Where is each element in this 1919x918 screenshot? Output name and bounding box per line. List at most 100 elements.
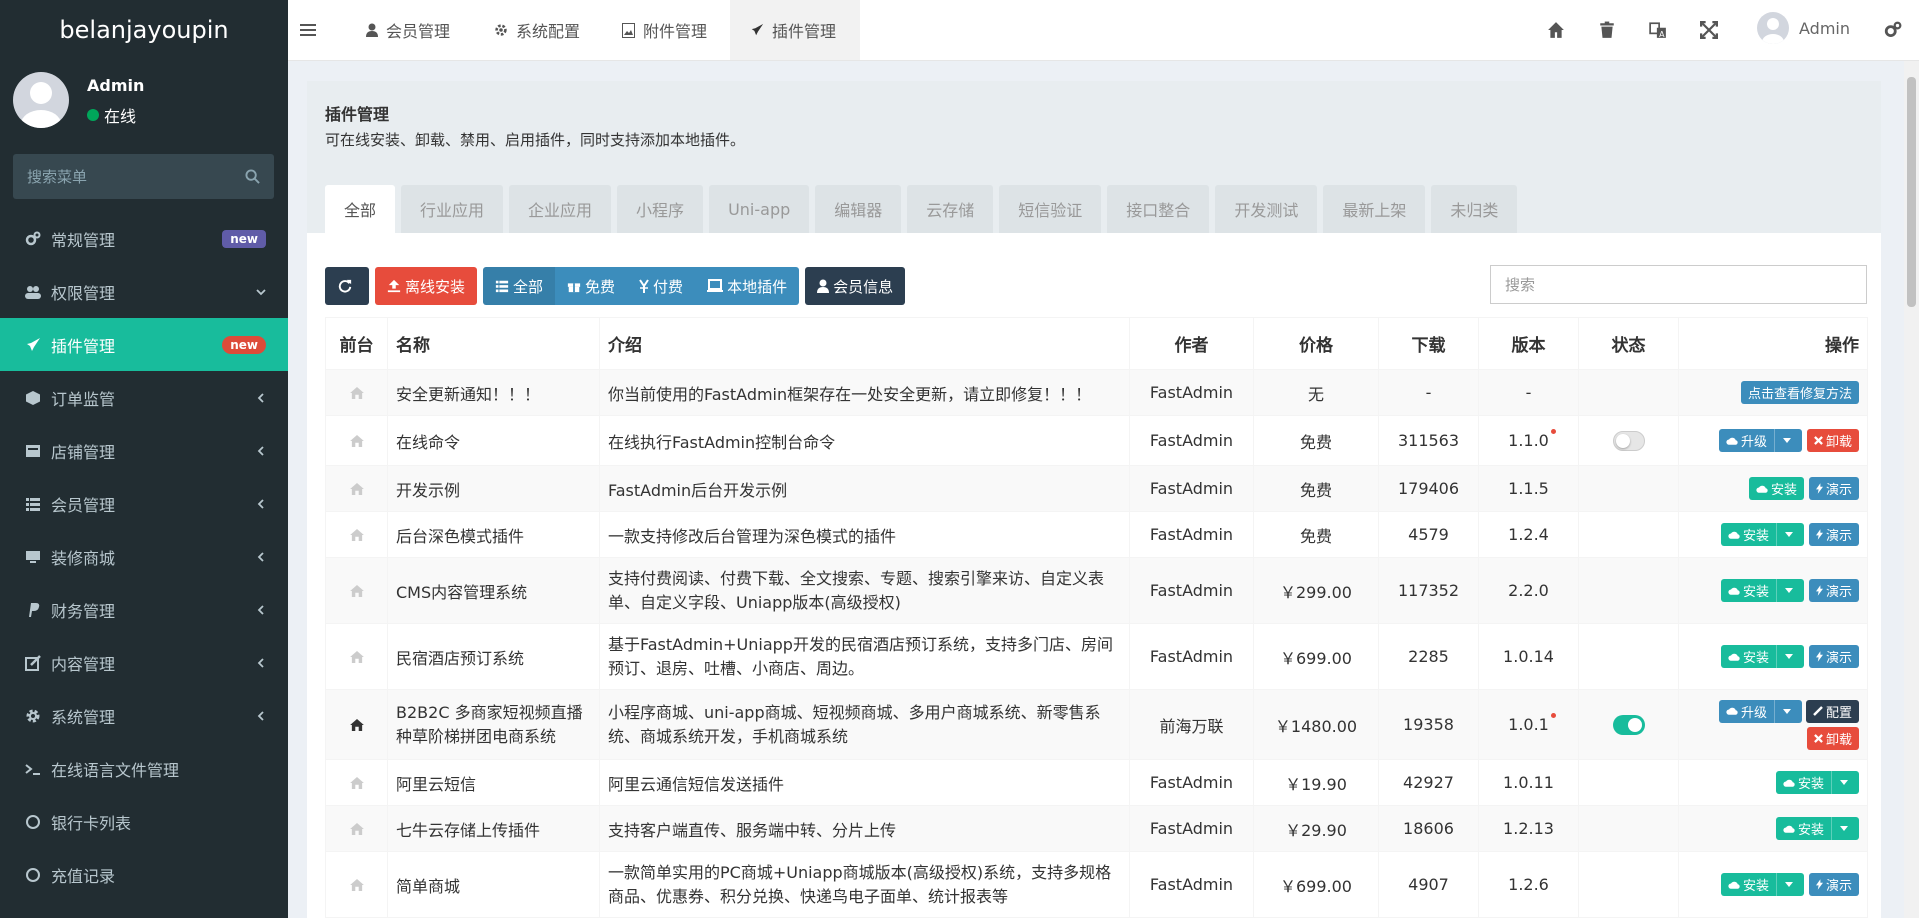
sidebar-item-recharge[interactable]: 充值记录	[0, 848, 288, 901]
category-tab[interactable]: 企业应用	[509, 185, 612, 233]
chevron-down-icon[interactable]	[1775, 645, 1804, 668]
plugin-author[interactable]: FastAdmin	[1129, 805, 1254, 852]
scrollbar-thumb[interactable]	[1907, 77, 1916, 307]
search-icon[interactable]	[245, 169, 260, 184]
filter-paid-button[interactable]: 付费	[627, 267, 696, 305]
category-tab[interactable]: 小程序	[617, 185, 704, 233]
language-icon[interactable]: A	[1649, 21, 1667, 39]
column-header[interactable]: 名称	[387, 317, 600, 370]
config-button[interactable]: 配置	[1805, 699, 1859, 723]
install-button[interactable]: 安装	[1720, 523, 1776, 546]
column-header[interactable]: 价格	[1253, 317, 1379, 370]
category-tab[interactable]: 云存储	[907, 185, 994, 233]
install-button[interactable]: 安装	[1720, 579, 1776, 602]
plugin-author[interactable]: FastAdmin	[1129, 369, 1254, 416]
plugin-author[interactable]: 前海万联	[1129, 689, 1254, 760]
sidebar-item-system[interactable]: 系统管理	[0, 689, 288, 742]
plugin-name[interactable]: CMS内容管理系统	[387, 557, 600, 624]
chevron-down-icon[interactable]	[1773, 699, 1802, 723]
category-tab[interactable]: Uni-app	[709, 185, 810, 233]
filter-local-button[interactable]: 本地插件	[695, 267, 800, 305]
demo-button[interactable]: 演示	[1808, 523, 1859, 546]
chevron-down-icon[interactable]	[1775, 523, 1804, 546]
install-button[interactable]: 安装	[1748, 477, 1804, 500]
sidebar-item-auth[interactable]: 权限管理	[0, 265, 288, 318]
plugin-author[interactable]: FastAdmin	[1129, 851, 1254, 918]
status-toggle[interactable]	[1612, 714, 1645, 735]
sidebar-item-orders[interactable]: 订单监管	[0, 371, 288, 424]
upgrade-button[interactable]: 升级	[1718, 429, 1774, 452]
trash-icon[interactable]	[1598, 21, 1616, 39]
view-fix-button[interactable]: 点击查看修复方法	[1740, 381, 1859, 404]
fullscreen-icon[interactable]	[1700, 21, 1718, 39]
chevron-down-icon[interactable]	[1773, 429, 1802, 452]
plugin-author[interactable]: FastAdmin	[1129, 415, 1254, 466]
upgrade-button[interactable]: 升级	[1718, 699, 1774, 723]
plugin-author[interactable]: FastAdmin	[1129, 557, 1254, 624]
category-tab[interactable]: 最新上架	[1323, 185, 1426, 233]
sidebar-item-general[interactable]: 常规管理 new	[0, 212, 288, 265]
category-tab[interactable]: 全部	[325, 185, 396, 233]
column-header[interactable]: 作者	[1129, 317, 1254, 370]
sidebar-toggle-button[interactable]	[288, 0, 328, 60]
category-tab[interactable]: 接口整合	[1107, 185, 1210, 233]
plugin-name[interactable]: 简单商城	[387, 851, 600, 918]
refresh-button[interactable]	[325, 267, 369, 305]
column-header[interactable]: 版本	[1478, 317, 1579, 370]
sidebar-item-content[interactable]: 内容管理	[0, 636, 288, 689]
status-toggle[interactable]	[1612, 430, 1645, 451]
category-tab[interactable]: 短信验证	[999, 185, 1102, 233]
page-scrollbar[interactable]	[1904, 61, 1919, 918]
sidebar-search-input[interactable]: 搜索菜单	[13, 154, 274, 199]
chevron-down-icon[interactable]	[1775, 873, 1804, 896]
plugin-name[interactable]: 后台深色模式插件	[387, 511, 600, 558]
chevron-down-icon[interactable]	[1831, 771, 1859, 794]
chevron-down-icon[interactable]	[1775, 579, 1804, 602]
plugin-name[interactable]: 安全更新通知！！！	[387, 369, 600, 416]
filter-free-button[interactable]: 免费	[555, 267, 628, 305]
demo-button[interactable]: 演示	[1808, 873, 1859, 896]
demo-button[interactable]: 演示	[1808, 579, 1859, 602]
category-tab[interactable]: 开发测试	[1215, 185, 1318, 233]
plugin-author[interactable]: FastAdmin	[1129, 623, 1254, 690]
sidebar-item-decoration[interactable]: 装修商城	[0, 530, 288, 583]
filter-all-button[interactable]: 全部	[483, 267, 556, 305]
settings-gears-icon[interactable]	[1884, 21, 1902, 39]
offline-install-button[interactable]: 离线安装	[375, 267, 478, 305]
category-tab[interactable]: 编辑器	[815, 185, 902, 233]
plugin-name[interactable]: B2B2C 多商家短视频直播种草阶梯拼团电商系统	[387, 689, 600, 760]
category-tab[interactable]: 未归类	[1431, 185, 1518, 233]
sidebar-item-members[interactable]: 会员管理	[0, 477, 288, 530]
plugin-name[interactable]: 七牛云存储上传插件	[387, 805, 600, 852]
sidebar-item-bank-cards[interactable]: 银行卡列表	[0, 795, 288, 848]
column-header[interactable]: 状态	[1578, 317, 1679, 370]
member-info-button[interactable]: 会员信息	[805, 267, 906, 305]
home-icon[interactable]	[1547, 21, 1565, 39]
plugin-author[interactable]: FastAdmin	[1129, 511, 1254, 558]
install-button[interactable]: 安装	[1775, 817, 1831, 840]
header-user-menu[interactable]: Admin	[1757, 12, 1850, 44]
plugin-name[interactable]: 阿里云短信	[387, 759, 600, 806]
plugin-author[interactable]: FastAdmin	[1129, 465, 1254, 512]
category-tab[interactable]: 行业应用	[401, 185, 504, 233]
tab-members[interactable]: 会员管理	[366, 0, 450, 60]
install-button[interactable]: 安装	[1775, 771, 1831, 794]
column-header[interactable]: 操作	[1678, 317, 1868, 370]
install-button[interactable]: 安装	[1720, 645, 1776, 668]
sidebar-item-finance[interactable]: 财务管理	[0, 583, 288, 636]
install-button[interactable]: 安装	[1720, 873, 1776, 896]
chevron-down-icon[interactable]	[1831, 817, 1859, 840]
uninstall-button[interactable]: 卸载	[1806, 726, 1859, 750]
plugin-name[interactable]: 在线命令	[387, 415, 600, 466]
tab-plugins[interactable]: 插件管理	[730, 0, 860, 60]
brand-logo[interactable]: belanjayoupin	[0, 0, 288, 60]
tab-system-config[interactable]: 系统配置	[494, 0, 580, 60]
demo-button[interactable]: 演示	[1808, 477, 1859, 500]
plugin-search-input[interactable]: 搜索	[1490, 265, 1867, 304]
column-header[interactable]: 介绍	[599, 317, 1130, 370]
plugin-name[interactable]: 开发示例	[387, 465, 600, 512]
demo-button[interactable]: 演示	[1808, 645, 1859, 668]
uninstall-button[interactable]: 卸载	[1806, 429, 1859, 452]
column-header[interactable]: 下载	[1378, 317, 1479, 370]
column-header[interactable]: 前台	[325, 317, 388, 370]
